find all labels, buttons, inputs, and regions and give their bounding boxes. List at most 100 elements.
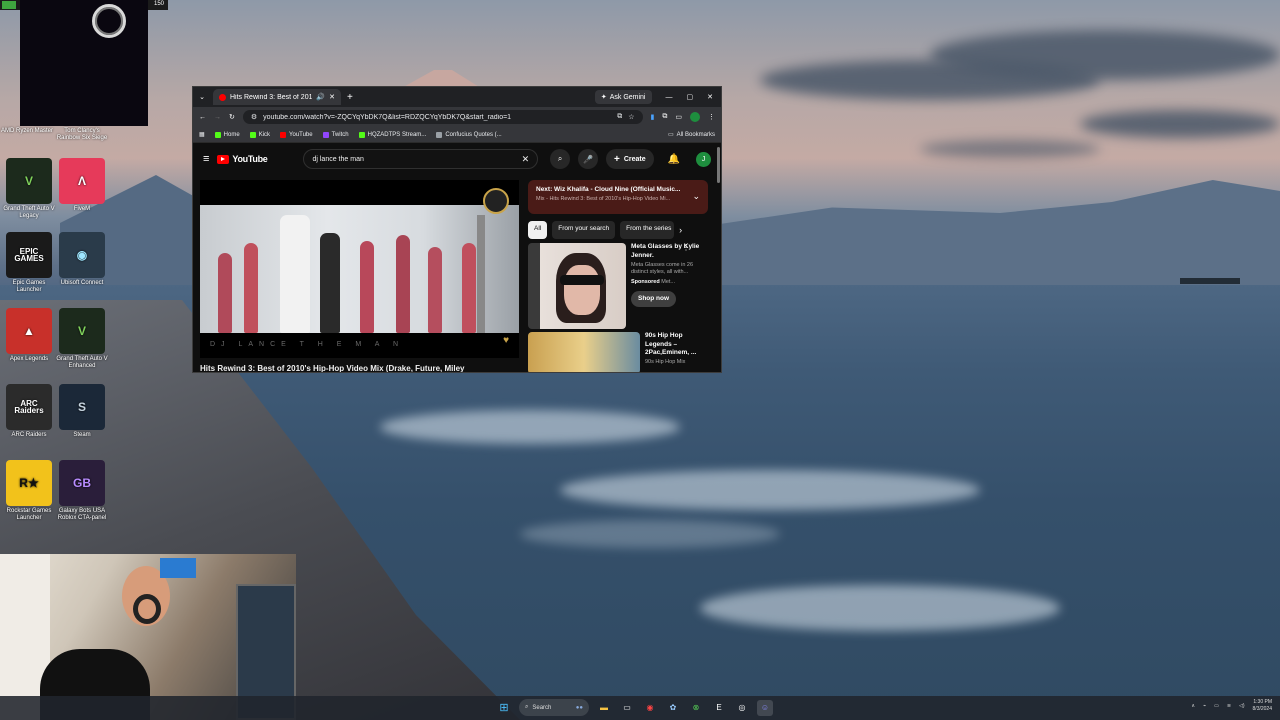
bookmark-item[interactable]: HQZADTPS Stream... (358, 131, 427, 138)
taskbar-center: ⊞ ⌕ Search ●● ▬ ▭ ◉ ✿ ⊗ E ◎ ☺ (496, 699, 773, 716)
tab-title: Hits Rewind 3: Best of 2010 (230, 93, 313, 101)
chip-all[interactable]: All (528, 221, 548, 239)
avatar[interactable]: J (696, 151, 711, 167)
close-button[interactable]: ✕ (707, 93, 713, 101)
app-icon[interactable]: ✿ (665, 700, 681, 716)
desktop-icon[interactable]: ▲ Apex Legends (2, 308, 56, 363)
bookmark-star-icon[interactable]: ☆ (628, 113, 634, 121)
voice-search-button[interactable]: 🎤 (578, 149, 598, 169)
back-icon[interactable]: ← (199, 114, 206, 121)
youtube-logo[interactable]: YouTube (217, 154, 268, 164)
volume-icon[interactable]: ◁) (1239, 703, 1245, 709)
cast-icon[interactable]: ⧉ (617, 113, 622, 121)
xbox-icon[interactable]: ⊗ (688, 700, 704, 716)
chevron-up-icon[interactable]: ∧ (1191, 703, 1195, 709)
ask-gemini-button[interactable]: ✦ Ask Gemini (594, 90, 652, 104)
bookmark-item[interactable]: YouTube (280, 131, 313, 138)
clock[interactable]: 1:30 PM 8/3/2024 (1253, 699, 1272, 713)
bookmark-item[interactable]: Home (214, 131, 240, 138)
epic-icon[interactable]: E (711, 700, 727, 716)
browser-tab[interactable]: Hits Rewind 3: Best of 2010 🔊 ✕ (213, 89, 341, 105)
sponsored-item[interactable]: Meta Glasses by Kylie Jenner. Meta Glass… (528, 243, 708, 329)
app-tile-icon: V (59, 308, 105, 354)
create-button[interactable]: + Create (606, 149, 654, 169)
profile-icon[interactable] (690, 112, 700, 122)
desktop-icon[interactable]: Λ FiveM (55, 158, 109, 213)
desktop-icon[interactable]: R★ Rockstar Games Launcher (2, 460, 56, 522)
desktop-icon[interactable]: S Steam (55, 384, 109, 439)
extension-icon[interactable]: ▮ (651, 113, 655, 121)
clear-search-icon[interactable]: ✕ (522, 154, 530, 165)
scrollbar[interactable] (717, 147, 720, 183)
chevron-right-icon[interactable]: › (679, 221, 682, 239)
cloud (920, 140, 1100, 158)
video-meta: 90s Hip Hop Legends – 2Pac,Eminem, ... 9… (645, 332, 708, 372)
task-view-icon[interactable]: ▭ (619, 700, 635, 716)
apps-icon[interactable]: ▦ (199, 131, 205, 138)
bookmark-item[interactable]: Kick (249, 131, 270, 138)
bookmark-item[interactable]: Confucius Quotes (... (436, 131, 502, 138)
bookmark-item[interactable]: Twitch (322, 131, 349, 138)
bookmark-label: HQZADTPS Stream... (367, 131, 427, 138)
battery-icon (2, 1, 16, 9)
chip-from-the-series[interactable]: From the series (620, 221, 675, 239)
shop-now-button[interactable]: Shop now (631, 290, 677, 307)
network-icon[interactable]: ⌁ (1203, 703, 1206, 709)
sidebar-icon[interactable]: ▭ (675, 113, 682, 121)
desktop-icon[interactable]: V Grand Theft Auto V Enhanced (55, 308, 109, 370)
desktop-icon-label: AMD Ryzen Master (0, 128, 53, 134)
reload-icon[interactable]: ↻ (229, 113, 235, 121)
chrome-icon[interactable]: ◉ (642, 700, 658, 716)
extensions-icon[interactable]: ⧉ (662, 113, 667, 121)
desktop-icon-siege[interactable]: Tom Clancy's Rainbow Six Siege (55, 128, 109, 142)
all-bookmarks-button[interactable]: ▭ All Bookmarks (668, 131, 715, 139)
bookmark-list: Home Kick YouTube Twitch HQZADTPS Stream... C… (214, 131, 502, 138)
wave (700, 585, 1060, 631)
recommended-video[interactable]: 90s Hip Hop Legends – 2Pac,Eminem, ... 9… (528, 332, 708, 372)
desktop-icon[interactable]: V Grand Theft Auto V Legacy (2, 158, 56, 220)
chip-from-your-search[interactable]: From your search (552, 221, 616, 239)
dancer (396, 235, 410, 333)
obs-icon[interactable]: ◎ (734, 700, 750, 716)
desktop-icon-label: Grand Theft Auto V Enhanced (56, 356, 108, 369)
video-title[interactable]: Hits Rewind 3: Best of 2010's Hip-Hop Vi… (200, 364, 464, 372)
desktop-icon-amd[interactable]: AMD Ryzen Master (0, 128, 54, 135)
forward-icon[interactable]: → (214, 114, 221, 121)
tab-search-icon[interactable]: ⌄ (197, 93, 207, 101)
chevron-down-icon[interactable]: ⌄ (692, 191, 700, 202)
ad-sponsor-row: Sponsored Met... (631, 278, 708, 287)
file-explorer-icon[interactable]: ▬ (596, 700, 612, 716)
desktop-icon[interactable]: EPIC GAMES Epic Games Launcher (2, 232, 56, 294)
address-bar[interactable]: ⚙ youtube.com/watch?v=-ZQCYqYbDK7Q&list=… (242, 110, 643, 124)
channel-watermark (483, 188, 509, 214)
minimize-button[interactable]: — (666, 94, 673, 101)
search-button[interactable]: ⌕ (550, 149, 571, 169)
new-tab-button[interactable]: + (347, 92, 353, 103)
maximize-button[interactable]: ▢ (687, 93, 694, 101)
display-icon[interactable]: ▭ (1214, 703, 1219, 709)
video-player[interactable]: DJ LANCE T H E M A N ♥ (200, 180, 519, 358)
desktop-icon[interactable]: GB Galaxy Bots USA Roblox CTA-panel (55, 460, 109, 522)
menu-icon[interactable]: ⋮ (708, 113, 715, 121)
desktop-icon-label: Apex Legends (9, 356, 49, 362)
next-up-card[interactable]: Next: Wiz Khalifa - Cloud Nine (Official… (528, 180, 708, 214)
search-icon: ⌕ (557, 154, 563, 163)
more-options-icon[interactable]: ⋮ (682, 243, 690, 252)
desktop-icon[interactable]: ◉ Ubisoft Connect (55, 232, 109, 287)
youtube-favicon (219, 93, 226, 101)
hamburger-icon[interactable]: ≡ (203, 153, 209, 165)
discord-icon[interactable]: ☺ (757, 699, 773, 716)
notifications-bell-icon[interactable]: 🔔 (668, 154, 680, 165)
poster (160, 558, 196, 578)
bookmark-label: YouTube (289, 131, 313, 138)
search-input[interactable]: dj lance the man ✕ (303, 149, 539, 169)
site-info-icon[interactable]: ⚙ (251, 113, 257, 121)
start-windows-icon[interactable]: ⊞ (496, 700, 512, 716)
clock-date: 8/3/2024 (1252, 706, 1272, 712)
address-url: youtube.com/watch?v=-ZQCYqYbDK7Q&list=RD… (263, 113, 512, 121)
tab-close-icon[interactable]: ✕ (329, 93, 335, 101)
wifi-icon[interactable]: ≋ (1227, 703, 1231, 709)
desktop-icon[interactable]: ARC Raiders ARC Raiders (2, 384, 56, 439)
speaker-icon: 🔊 (316, 94, 326, 101)
taskbar-search[interactable]: ⌕ Search ●● (519, 699, 589, 716)
